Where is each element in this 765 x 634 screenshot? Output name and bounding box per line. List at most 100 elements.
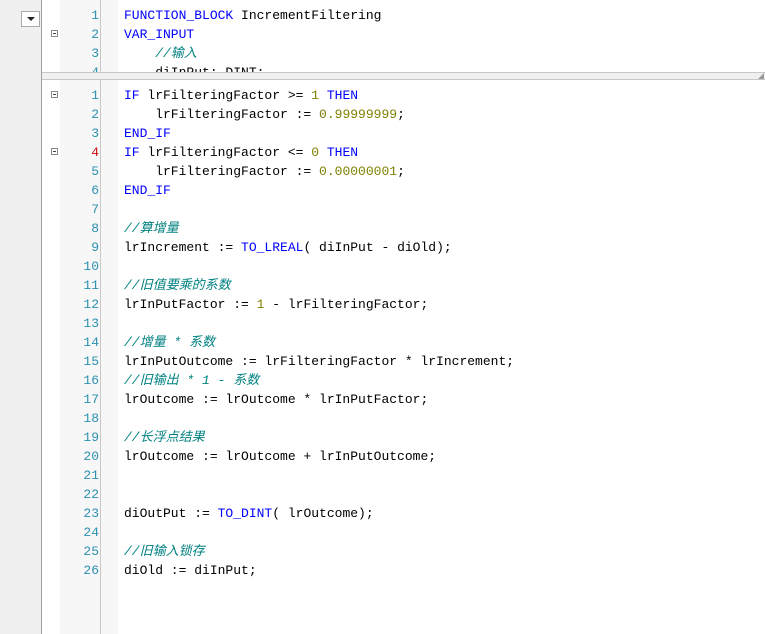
line-number: 11 xyxy=(83,278,99,293)
pane-splitter[interactable] xyxy=(42,72,765,80)
code-line[interactable]: 15 lrInPutOutcome := lrFilteringFactor * … xyxy=(42,352,765,371)
code-line[interactable]: 21 xyxy=(42,466,765,485)
line-number: 9 xyxy=(91,240,99,255)
code-text[interactable]: diInPut: DINT; xyxy=(124,63,264,72)
panel-dropdown-button[interactable] xyxy=(21,11,40,27)
code-line[interactable]: 2 VAR_INPUT xyxy=(42,25,765,44)
declaration-code[interactable]: 1 FUNCTION_BLOCK IncrementFiltering 2 VAR_I… xyxy=(42,6,765,72)
code-line[interactable]: 4 diInPut: DINT; xyxy=(42,63,765,72)
code-text[interactable]: lrOutcome := lrOutcome * lrInPutFactor; xyxy=(124,390,428,409)
code-text[interactable]: VAR_INPUT xyxy=(124,25,194,44)
code-token: diOld := diInPut; xyxy=(124,563,257,578)
code-line[interactable]: 12 lrInPutFactor := 1 - lrFilteringFactor… xyxy=(42,295,765,314)
code-line[interactable]: 11 //旧值要乘的系数 xyxy=(42,276,765,295)
fold-toggle-icon[interactable] xyxy=(51,30,58,37)
code-token: ; xyxy=(397,107,405,122)
code-line[interactable]: 23 diOutPut := TO_DINT( lrOutcome); xyxy=(42,504,765,523)
keyword-token: TO_LREAL xyxy=(241,240,304,255)
code-line[interactable]: 14 //增量 * 系数 xyxy=(42,333,765,352)
fold-toggle-icon[interactable] xyxy=(51,148,58,155)
code-text[interactable]: //增量 * 系数 xyxy=(124,333,215,352)
code-line[interactable]: 22 xyxy=(42,485,765,504)
comment-token: //旧输出 * 1 - 系数 xyxy=(124,373,260,388)
code-text[interactable]: //旧值要乘的系数 xyxy=(124,276,231,295)
keyword-token: END_IF xyxy=(124,183,171,198)
code-text[interactable]: diOld := diInPut; xyxy=(124,561,257,580)
comment-token: //旧输入锁存 xyxy=(124,544,205,559)
code-line[interactable]: 19 //长浮点结果 xyxy=(42,428,765,447)
line-number: 15 xyxy=(83,354,99,369)
code-text[interactable]: lrIncrement := TO_LREAL( diInPut - diOld… xyxy=(124,238,452,257)
keyword-token: FUNCTION_BLOCK xyxy=(124,8,234,23)
code-text[interactable]: IF lrFilteringFactor <= 0 THEN xyxy=(124,143,358,162)
code-line[interactable]: 26 diOld := diInPut; xyxy=(42,561,765,580)
code-line[interactable]: 2 lrFilteringFactor := 0.99999999; xyxy=(42,105,765,124)
line-number: 2 xyxy=(91,107,99,122)
code-line[interactable]: 17 lrOutcome := lrOutcome * lrInPutFactor… xyxy=(42,390,765,409)
code-text[interactable]: lrInPutOutcome := lrFilteringFactor * lr… xyxy=(124,352,514,371)
line-number: 26 xyxy=(83,563,99,578)
code-text[interactable]: //长浮点结果 xyxy=(124,428,205,447)
code-text[interactable]: //输入 xyxy=(124,44,197,63)
code-line[interactable]: 24 xyxy=(42,523,765,542)
implementation-editor[interactable]: 1 IF lrFilteringFactor >= 1 THEN 2 lrFilte… xyxy=(42,80,765,634)
chevron-down-icon xyxy=(27,17,35,21)
code-line[interactable]: 3 //输入 xyxy=(42,44,765,63)
comment-token: //长浮点结果 xyxy=(124,430,205,445)
declaration-editor[interactable]: 1 FUNCTION_BLOCK IncrementFiltering 2 VAR_I… xyxy=(42,0,765,72)
line-number: 21 xyxy=(83,468,99,483)
number-token: 0.99999999 xyxy=(319,107,398,122)
keyword-token: VAR_INPUT xyxy=(124,27,195,42)
code-line[interactable]: 9 lrIncrement := TO_LREAL( diInPut - diOl… xyxy=(42,238,765,257)
number-token: 0 xyxy=(311,145,320,160)
code-token: IncrementFiltering xyxy=(233,8,382,23)
code-text[interactable]: lrOutcome := lrOutcome + lrInPutOutcome; xyxy=(124,447,436,466)
code-token: lrFilteringFactor >= xyxy=(139,88,312,103)
line-number: 14 xyxy=(83,335,99,350)
code-line[interactable]: 1 IF lrFilteringFactor >= 1 THEN xyxy=(42,86,765,105)
code-line[interactable]: 5 lrFilteringFactor := 0.00000001; xyxy=(42,162,765,181)
code-token: lrInPutOutcome := lrFilteringFactor * lr… xyxy=(124,354,515,369)
line-number: 4 xyxy=(91,145,99,160)
line-number: 5 xyxy=(91,164,99,179)
code-text[interactable]: END_IF xyxy=(124,181,171,200)
code-token: lrOutcome := lrOutcome + lrInPutOutcome; xyxy=(124,449,437,464)
code-text[interactable]: IF lrFilteringFactor >= 1 THEN xyxy=(124,86,358,105)
line-number: 4 xyxy=(60,63,99,72)
line-number: 2 xyxy=(91,27,99,42)
code-text[interactable]: //算增量 xyxy=(124,219,179,238)
implementation-code[interactable]: 1 IF lrFilteringFactor >= 1 THEN 2 lrFilte… xyxy=(42,86,765,580)
code-text[interactable]: //旧输入锁存 xyxy=(124,542,205,561)
comment-token: //输入 xyxy=(124,46,197,61)
code-text[interactable]: FUNCTION_BLOCK IncrementFiltering xyxy=(124,6,381,25)
code-line[interactable]: 10 xyxy=(42,257,765,276)
code-line[interactable]: 13 xyxy=(42,314,765,333)
fold-toggle-icon[interactable] xyxy=(51,91,58,98)
code-line[interactable]: 18 xyxy=(42,409,765,428)
code-text[interactable]: //旧输出 * 1 - 系数 xyxy=(124,371,259,390)
code-line[interactable]: 3 END_IF xyxy=(42,124,765,143)
code-line[interactable]: 8 //算增量 xyxy=(42,219,765,238)
code-line[interactable]: 1 FUNCTION_BLOCK IncrementFiltering xyxy=(42,6,765,25)
code-text[interactable]: diOutPut := TO_DINT( lrOutcome); xyxy=(124,504,374,523)
line-number: 7 xyxy=(91,202,99,217)
code-line[interactable]: 7 xyxy=(42,200,765,219)
code-text[interactable]: lrFilteringFactor := 0.99999999; xyxy=(124,105,405,124)
code-text[interactable]: lrInPutFactor := 1 - lrFilteringFactor; xyxy=(124,295,428,314)
line-number: 19 xyxy=(83,430,99,445)
code-line[interactable]: 6 END_IF xyxy=(42,181,765,200)
code-token: lrFilteringFactor := xyxy=(124,164,320,179)
code-line[interactable]: 4 IF lrFilteringFactor <= 0 THEN xyxy=(42,143,765,162)
keyword-token: THEN xyxy=(326,145,359,160)
code-line[interactable]: 20 lrOutcome := lrOutcome + lrInPutOutcom… xyxy=(42,447,765,466)
keyword-token: IF xyxy=(124,145,140,160)
code-line[interactable]: 25 //旧输入锁存 xyxy=(42,542,765,561)
code-token: ( lrOutcome); xyxy=(272,506,374,521)
code-text[interactable]: END_IF xyxy=(124,124,171,143)
code-line[interactable]: 16 //旧输出 * 1 - 系数 xyxy=(42,371,765,390)
line-number: 17 xyxy=(83,392,99,407)
code-text[interactable]: lrFilteringFactor := 0.00000001; xyxy=(124,162,405,181)
comment-token: //增量 * 系数 xyxy=(124,335,216,350)
